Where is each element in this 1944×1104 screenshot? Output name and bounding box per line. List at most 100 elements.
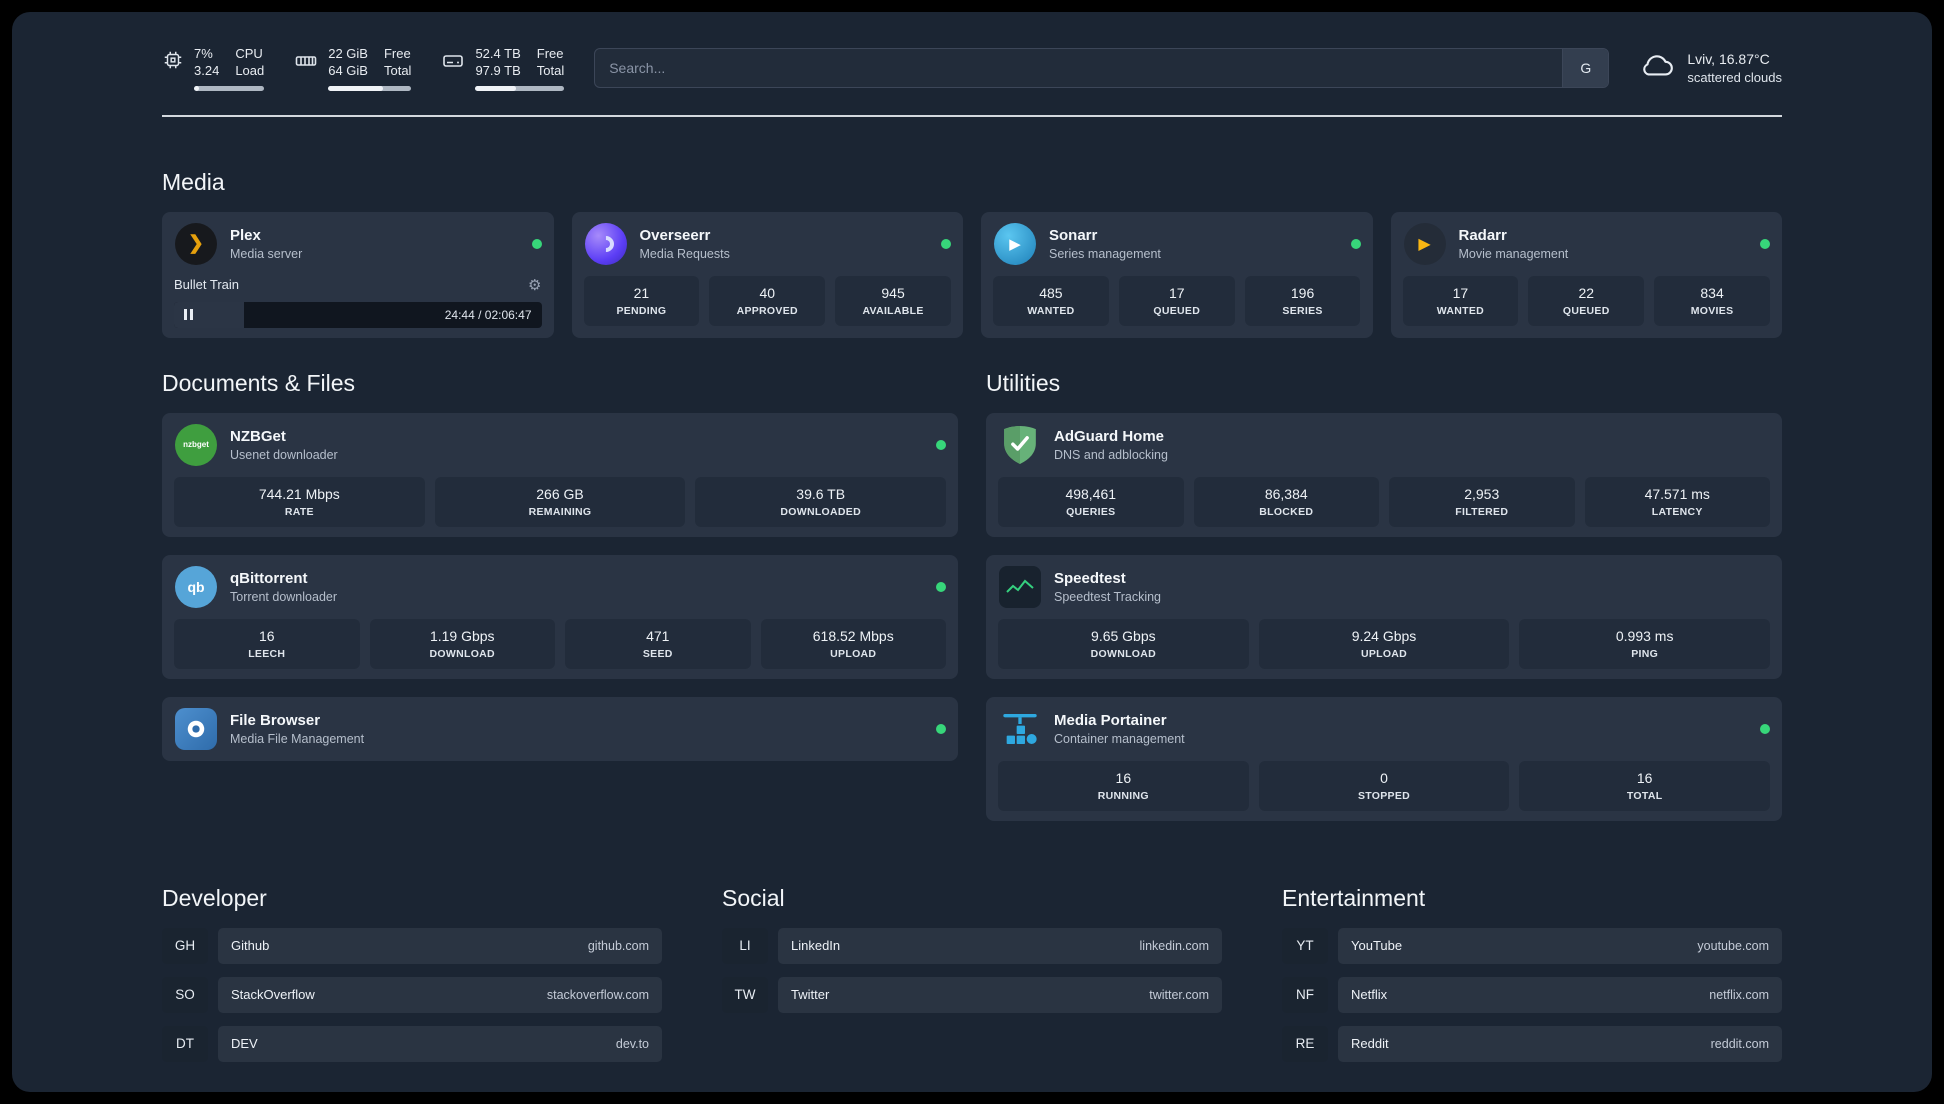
stat-value: 40 <box>759 284 776 301</box>
app-name-nzbget: NZBGet <box>230 427 286 445</box>
bookmark-abbr: RE <box>1282 1025 1328 1062</box>
stat-tile: 618.52 Mbps UPLOAD <box>760 618 946 669</box>
stat-tile: 9.65 Gbps DOWNLOAD <box>998 618 1249 669</box>
stat-label: DOWNLOAD <box>429 647 495 660</box>
card-portainer[interactable]: Media Portainer Container management 16 R… <box>986 696 1782 821</box>
search-engine-button[interactable]: G <box>1562 49 1609 88</box>
plex-icon: ❯ <box>174 222 218 266</box>
radarr-icon: ▶ <box>1403 222 1447 266</box>
section-documents: Documents & Files nzbget NZBGet Usenet d… <box>162 370 958 821</box>
stat-value: 0.993 ms <box>1615 627 1674 644</box>
card-qbittorrent[interactable]: qb qBittorrent Torrent downloader 16 LEEC… <box>162 554 958 679</box>
bookmark-link[interactable]: Reddit reddit.com <box>1338 1025 1782 1062</box>
stat-label: DOWNLOADED <box>780 505 861 518</box>
stat-value: 9.65 Gbps <box>1091 627 1156 644</box>
stat-tile: 2,953 FILTERED <box>1389 476 1575 527</box>
bookmark-link[interactable]: Twitter twitter.com <box>778 976 1222 1013</box>
stat-label: SERIES <box>1282 304 1323 317</box>
bookmark-abbr: DT <box>162 1025 208 1062</box>
stat-label: LATENCY <box>1651 505 1703 518</box>
app-name-plex: Plex <box>230 226 261 244</box>
stat-value: 39.6 TB <box>796 485 846 502</box>
status-dot-radarr <box>1760 238 1770 249</box>
status-dot-plex <box>531 238 542 249</box>
stat-label: LEECH <box>248 647 286 660</box>
bookmark-link[interactable]: Github github.com <box>218 927 662 964</box>
sonarr-icon: ▶ <box>993 222 1037 266</box>
bookmark-link[interactable]: YouTube youtube.com <box>1338 927 1782 964</box>
plex-player-seekbar[interactable]: 24:44 / 02:06:47 <box>174 301 542 328</box>
weather-condition: scattered clouds <box>1687 70 1782 86</box>
stat-tile: 39.6 TB DOWNLOADED <box>695 476 947 527</box>
stat-label: QUERIES <box>1066 505 1116 518</box>
section-title-utilities: Utilities <box>986 369 1061 396</box>
stat-label: MOVIES <box>1690 304 1734 317</box>
bookmarks-title-social: Social <box>722 884 785 911</box>
cpu-bar <box>194 85 265 91</box>
app-subtitle-nzbget: Usenet downloader <box>230 447 338 462</box>
stat-tile: 17 QUEUED <box>1118 275 1235 326</box>
app-subtitle-radarr: Movie management <box>1458 246 1569 261</box>
card-radarr[interactable]: ▶ Radarr Movie management 17 WANTED 22 QUE… <box>1390 211 1782 338</box>
card-overseerr[interactable]: Overseerr Media Requests 21 PENDING 40 APP… <box>571 211 963 338</box>
bookmark-twitter: TW Twitter twitter.com <box>722 976 1222 1013</box>
stat-value: 1.19 Gbps <box>429 627 495 644</box>
app-name-portainer: Media Portainer <box>1054 711 1167 729</box>
speedtest-graph-icon <box>998 565 1042 609</box>
card-adguard[interactable]: AdGuard Home DNS and adblocking 498,461 Q… <box>986 412 1782 537</box>
stat-label: UPLOAD <box>830 647 877 660</box>
bookmark-link[interactable]: LinkedIn linkedin.com <box>778 927 1222 964</box>
overseerr-icon <box>584 222 628 266</box>
app-subtitle-overseerr: Media Requests <box>639 246 730 261</box>
gear-icon[interactable]: ⚙ <box>528 276 541 294</box>
stat-tile: 9.24 Gbps UPLOAD <box>1258 618 1510 669</box>
portainer-crane-icon <box>998 707 1042 751</box>
bookmarks-social: Social LI LinkedIn linkedin.com TW Twitte… <box>722 885 1222 1075</box>
stat-label: DOWNLOAD <box>1090 647 1157 660</box>
stat-tile: 834 MOVIES <box>1654 275 1770 326</box>
search-input[interactable] <box>595 49 1563 88</box>
stat-value: 16 <box>1115 769 1132 786</box>
stat-label: RATE <box>284 505 314 518</box>
section-title-documents: Documents & Files <box>162 369 356 396</box>
dashboard: 7% 3.24 CPU Load 22 GiB 64 GiB Free Total <box>12 12 1932 1092</box>
disk-free-value: 52.4 TB <box>475 46 521 61</box>
stat-label: UPLOAD <box>1360 647 1408 660</box>
stat-value: 9.24 Gbps <box>1351 627 1417 644</box>
bookmark-youtube: YT YouTube youtube.com <box>1282 927 1782 964</box>
card-speedtest[interactable]: Speedtest Speedtest Tracking 9.65 Gbps DO… <box>986 554 1782 679</box>
stat-tile: 40 APPROVED <box>709 275 826 326</box>
section-title-media: Media <box>162 168 225 195</box>
stat-tile: 1.19 Gbps DOWNLOAD <box>369 618 555 669</box>
stat-tile: 16 RUNNING <box>998 760 1249 811</box>
stat-value: 16 <box>1636 769 1653 786</box>
bookmarks-title-developer: Developer <box>162 884 267 911</box>
cpu-label-1: CPU <box>235 46 263 61</box>
bookmark-netflix: NF Netflix netflix.com <box>1282 976 1782 1013</box>
cpu-chip-icon <box>162 49 184 76</box>
bookmark-link[interactable]: DEV dev.to <box>218 1025 662 1062</box>
bookmark-stackoverflow: SO StackOverflow stackoverflow.com <box>162 976 662 1013</box>
status-dot-portainer <box>1760 723 1770 734</box>
qbittorrent-icon: qb <box>174 565 218 609</box>
card-nzbget[interactable]: nzbget NZBGet Usenet downloader 744.21 M… <box>162 412 958 537</box>
status-dot-qbittorrent <box>936 581 946 592</box>
stat-label: WANTED <box>1436 304 1485 317</box>
adguard-shield-icon <box>998 423 1042 467</box>
stat-tile: 945 AVAILABLE <box>835 275 951 326</box>
cpu-percent: 7% <box>194 46 213 61</box>
bookmark-link[interactable]: StackOverflow stackoverflow.com <box>218 976 662 1013</box>
card-filebrowser[interactable]: File Browser Media File Management <box>162 696 958 761</box>
status-dot-sonarr <box>1350 238 1361 249</box>
stat-label: STOPPED <box>1357 789 1411 802</box>
bookmark-abbr: LI <box>722 927 768 964</box>
bookmark-link[interactable]: Netflix netflix.com <box>1338 976 1782 1013</box>
pause-icon[interactable] <box>184 309 193 321</box>
ram-bar <box>328 85 412 91</box>
header-divider <box>162 114 1782 117</box>
section-media: Media ❯ Plex Media server Bullet Train ⚙… <box>162 169 1782 338</box>
card-plex[interactable]: ❯ Plex Media server Bullet Train ⚙ 24:44… <box>162 211 554 338</box>
stat-value: 618.52 Mbps <box>812 627 894 644</box>
ram-total-value: 64 GiB <box>328 62 368 78</box>
card-sonarr[interactable]: ▶ Sonarr Series management 485 WANTED 17 Q… <box>981 211 1373 338</box>
